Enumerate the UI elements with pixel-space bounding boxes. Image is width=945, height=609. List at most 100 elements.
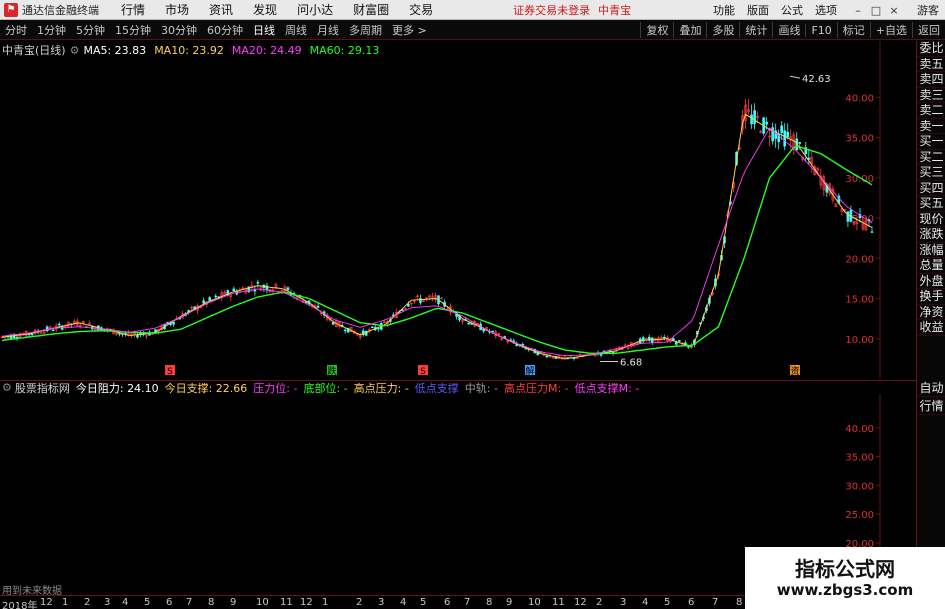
side-item-sell3[interactable]: 卖三 xyxy=(917,88,945,103)
side-item-earnings[interactable]: 收益 xyxy=(917,320,945,336)
overlay-button[interactable]: 叠加 xyxy=(673,22,706,38)
date-tick-label: 8 xyxy=(736,597,743,608)
menu-news[interactable]: 资讯 xyxy=(209,1,233,18)
side-item-net-assets[interactable]: 净资 xyxy=(917,305,945,320)
date-tick-label: 1 xyxy=(62,597,69,608)
period-30min[interactable]: 30分钟 xyxy=(156,22,202,38)
period-multi[interactable]: 多周期 xyxy=(344,22,387,38)
date-tick-label: 5 xyxy=(144,597,151,608)
side-item-buy1[interactable]: 买一 xyxy=(917,134,945,150)
side-item-change-pct[interactable]: 涨幅 xyxy=(917,243,945,258)
period-weekly[interactable]: 周线 xyxy=(280,22,312,38)
high-pointer xyxy=(789,75,801,79)
side-item-change[interactable]: 涨跌 xyxy=(917,227,945,243)
adjust-button[interactable]: 复权 xyxy=(640,22,673,38)
date-tick-label: 2 xyxy=(84,597,91,608)
menu-functions[interactable]: 功能 xyxy=(713,2,735,18)
side-item-sell1[interactable]: 卖一 xyxy=(917,119,945,134)
period-more[interactable]: 更多 > xyxy=(387,22,432,38)
draw-button[interactable]: 画线 xyxy=(772,22,805,38)
side-item-sell5[interactable]: 卖五 xyxy=(917,57,945,72)
period-daily[interactable]: 日线 xyxy=(248,22,280,38)
candle-body xyxy=(376,327,380,330)
candle-body xyxy=(440,297,443,300)
date-tick-label: 7 xyxy=(464,597,471,608)
date-tick-label: 4 xyxy=(642,597,649,608)
close-icon[interactable]: × xyxy=(885,4,903,17)
side-item-sell2[interactable]: 卖二 xyxy=(917,103,945,119)
price-tick-label: 35.00 xyxy=(845,134,874,145)
period-5min[interactable]: 5分钟 xyxy=(71,22,110,38)
menu-trade[interactable]: 交易 xyxy=(409,1,433,18)
current-stock-name: 中青宝 xyxy=(598,3,632,17)
date-tick-label: 1 xyxy=(322,597,329,608)
guest-label[interactable]: 游客 xyxy=(917,2,939,18)
candle-body xyxy=(343,329,347,332)
period-15min[interactable]: 15分钟 xyxy=(110,22,156,38)
side-item-buy2[interactable]: 买二 xyxy=(917,150,945,165)
indicator-settings-icon[interactable]: ⚙ xyxy=(2,381,12,394)
maximize-icon[interactable]: □ xyxy=(867,4,885,17)
date-tick-label: 5 xyxy=(420,597,427,608)
login-notice[interactable]: 证券交易未登录 xyxy=(513,2,590,18)
multi-stock-button[interactable]: 多股 xyxy=(706,22,739,38)
chart-stock-name: 中青宝(日线) xyxy=(2,44,66,57)
side-item-quotes[interactable]: 行情 xyxy=(917,397,945,415)
ma5-value: MA5: 23.83 xyxy=(83,43,147,57)
candle-body xyxy=(331,322,335,325)
menu-ask[interactable]: 问小达 xyxy=(297,1,333,18)
f10-button[interactable]: F10 xyxy=(805,23,836,37)
settings-icon[interactable]: ⚙ xyxy=(70,44,80,57)
candle-body xyxy=(57,323,61,326)
side-item-weibi[interactable]: 委比 xyxy=(917,41,945,57)
candle-body xyxy=(678,340,681,342)
date-tick-label: 10 xyxy=(528,597,541,608)
menu-discover[interactable]: 发现 xyxy=(253,1,277,18)
price-chart[interactable]: 10.0015.0020.0025.0030.0035.0040.0042.63… xyxy=(0,41,916,379)
candle-body xyxy=(675,341,678,345)
date-tick-label: 6 xyxy=(688,597,695,608)
candle-body xyxy=(202,300,205,304)
stats-button[interactable]: 统计 xyxy=(739,22,772,38)
period-monthly[interactable]: 月线 xyxy=(312,22,344,38)
menu-formula[interactable]: 公式 xyxy=(781,2,803,18)
watermark-title: 指标公式网 xyxy=(795,557,895,581)
add-watchlist-button[interactable]: +自选 xyxy=(869,22,912,38)
candle-body xyxy=(798,142,802,144)
menu-wealth[interactable]: 财富圈 xyxy=(353,1,389,18)
mark-button[interactable]: 标记 xyxy=(836,22,870,38)
side-item-price[interactable]: 现价 xyxy=(917,212,945,227)
date-tick-label: 8 xyxy=(208,597,215,608)
back-button[interactable]: 返回 xyxy=(912,22,945,38)
side-item-volume[interactable]: 总量 xyxy=(917,258,945,274)
app-title: 通达信金融终端 xyxy=(22,3,99,17)
candle-body xyxy=(172,321,175,325)
minimize-icon[interactable]: – xyxy=(849,4,867,17)
candle-body xyxy=(208,297,212,301)
indicator-tick-label: 35.00 xyxy=(845,453,874,464)
menu-bar: ⚑ 通达信金融终端 行情 市场 资讯 发现 问小达 财富圈 交易 证券交易未登录… xyxy=(0,0,945,20)
side-item-buy3[interactable]: 买三 xyxy=(917,165,945,181)
quote-side-panel: 委比 卖五 卖四 卖三 卖二 卖一 买一 买二 买三 买四 买五 现价 涨跌 涨… xyxy=(916,41,945,379)
date-tick-label: 7 xyxy=(712,597,719,608)
side-item-turnover[interactable]: 换手 xyxy=(917,289,945,305)
date-tick-label: 6 xyxy=(166,597,173,608)
menu-options[interactable]: 选项 xyxy=(815,2,837,18)
side-item-buy4[interactable]: 买四 xyxy=(917,181,945,196)
side-item-outer[interactable]: 外盘 xyxy=(917,274,945,289)
period-1min[interactable]: 1分钟 xyxy=(32,22,71,38)
indicator-header: ⚙ 股票指标网 今日阻力: 24.10 今日支撑: 22.66 压力位: - 底… xyxy=(0,380,916,395)
menu-right: 功能 版面 公式 选项 – □ × 游客 xyxy=(713,0,945,20)
menu-layout[interactable]: 版面 xyxy=(747,2,769,18)
menu-quotes[interactable]: 行情 xyxy=(121,1,145,18)
date-tick-label: 3 xyxy=(620,597,627,608)
date-tick-label: 5 xyxy=(664,597,671,608)
menu-market[interactable]: 市场 xyxy=(165,1,189,18)
period-intraday[interactable]: 分时 xyxy=(0,22,32,38)
date-tick-label: 3 xyxy=(104,597,111,608)
watermark-url: www.zbgs3.com xyxy=(776,581,914,599)
period-60min[interactable]: 60分钟 xyxy=(202,22,248,38)
side-item-buy5[interactable]: 买五 xyxy=(917,196,945,212)
side-item-sell4[interactable]: 卖四 xyxy=(917,72,945,88)
side-item-auto[interactable]: 自动 xyxy=(917,379,945,397)
